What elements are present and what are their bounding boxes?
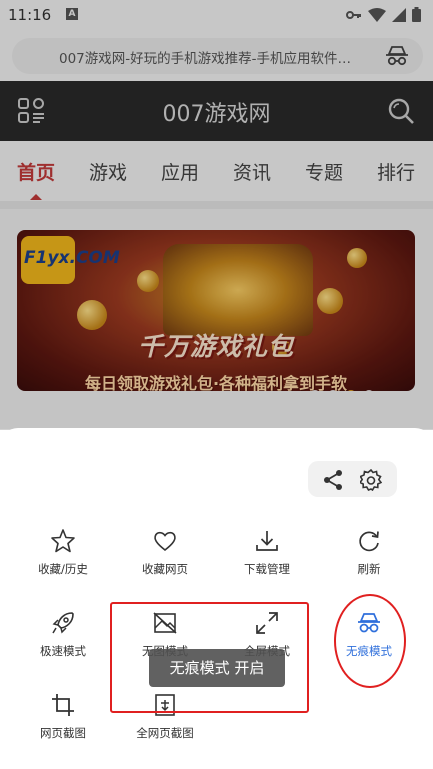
toast-message: 无痕模式 开启: [149, 649, 285, 687]
sheet-toolbar: [308, 461, 397, 497]
heart-icon: [154, 531, 176, 552]
annotation-circle: [334, 594, 406, 688]
menu-item-label: 刷新: [357, 562, 381, 576]
menu-item-label: 收藏网页: [142, 562, 188, 576]
menu-item-speed-mode[interactable]: 极速模式: [13, 610, 113, 659]
gear-icon[interactable]: [360, 469, 382, 491]
menu-item-bookmarks-history[interactable]: 收藏/历史: [13, 528, 113, 577]
menu-item-refresh[interactable]: 刷新: [319, 528, 419, 577]
share-icon[interactable]: [322, 469, 344, 491]
menu-item-label: 网页截图: [40, 726, 86, 740]
menu-item-downloads[interactable]: 下载管理: [217, 528, 317, 577]
menu-item-label: 收藏/历史: [38, 562, 88, 576]
star-icon: [51, 529, 75, 553]
menu-item-page-screenshot[interactable]: 网页截图: [13, 692, 113, 741]
download-icon: [256, 531, 278, 551]
crop-icon: [52, 694, 74, 716]
dim-overlay[interactable]: [0, 0, 433, 430]
menu-item-bookmark-page[interactable]: 收藏网页: [115, 528, 215, 577]
rocket-icon: [52, 612, 74, 634]
refresh-icon: [359, 531, 379, 552]
menu-item-label: 极速模式: [40, 644, 86, 658]
menu-item-label: 全网页截图: [136, 726, 194, 740]
menu-item-label: 下载管理: [244, 562, 290, 576]
